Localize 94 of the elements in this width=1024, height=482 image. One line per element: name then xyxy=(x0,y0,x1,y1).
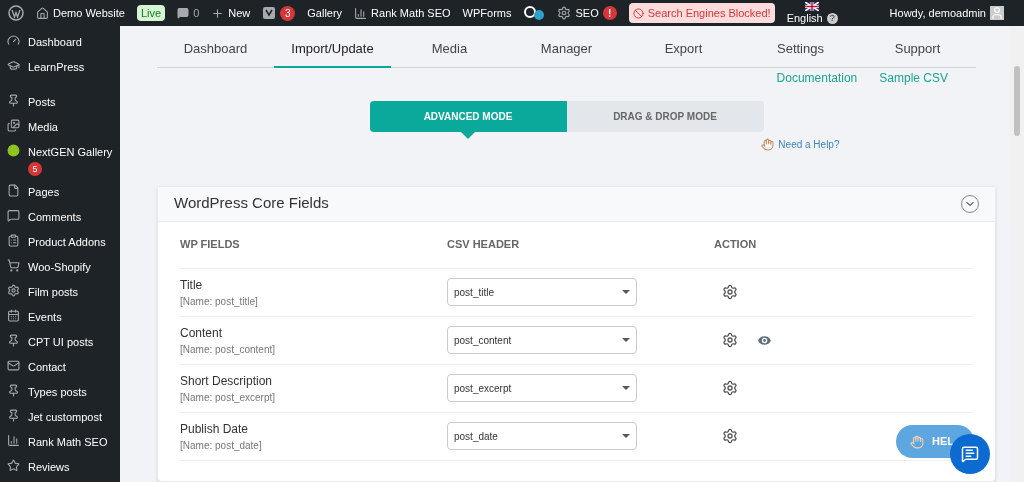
tab[interactable]: Support xyxy=(859,32,976,68)
dropdown-caret-icon[interactable] xyxy=(622,338,630,342)
clipboard-icon[interactable] xyxy=(7,234,20,247)
seo-link[interactable]: SEO xyxy=(575,4,599,22)
sidebar-item[interactable]: Types posts xyxy=(28,384,87,401)
column-header: CSV HEADER xyxy=(447,237,521,253)
settings-icon[interactable] xyxy=(722,284,738,300)
alert-badge: ! xyxy=(602,6,617,20)
field-label: Content xyxy=(180,324,224,342)
mail-icon[interactable] xyxy=(7,359,20,372)
flag-icon xyxy=(805,2,820,11)
dropdown-caret-icon[interactable] xyxy=(622,386,630,390)
pin-icon[interactable] xyxy=(7,409,20,422)
field-label: Title xyxy=(180,276,204,294)
sidebar-item[interactable]: Rank Math SEO xyxy=(28,434,108,451)
field-name: [Name: post_date] xyxy=(180,438,263,453)
tab[interactable]: Media xyxy=(391,32,508,68)
new-link[interactable]: New xyxy=(228,4,251,22)
bar-chart-icon[interactable] xyxy=(354,6,368,20)
field-label: Short Description xyxy=(180,372,274,390)
circle-icon[interactable] xyxy=(7,144,20,157)
plus-icon[interactable] xyxy=(211,6,225,20)
field-name: [Name: post_title] xyxy=(180,294,259,309)
sidebar-item[interactable]: Jet custompost xyxy=(28,409,102,426)
live-badge: Live xyxy=(136,4,166,22)
sidebar-item[interactable]: Posts xyxy=(28,94,56,111)
field-label: Publish Date xyxy=(180,420,250,438)
sidebar-item[interactable]: NextGEN Gallery xyxy=(28,144,113,161)
card-title: WordPress Core Fields xyxy=(174,193,329,214)
settings-icon[interactable] xyxy=(722,428,738,444)
calendar-icon[interactable] xyxy=(7,309,20,322)
comment-count: 0 xyxy=(193,5,200,21)
sidebar-item[interactable]: Contact xyxy=(28,359,66,376)
cart-icon[interactable] xyxy=(7,259,20,272)
site-link[interactable]: Demo Website xyxy=(53,4,125,22)
column-header: WP FIELDS xyxy=(180,237,241,253)
chat-icon xyxy=(961,445,979,463)
hand-icon xyxy=(910,434,924,449)
pin-icon[interactable] xyxy=(7,384,20,397)
wpforms-link[interactable]: WPForms xyxy=(462,4,512,22)
tab[interactable]: Manager xyxy=(508,32,625,68)
sidebar-item[interactable]: Dashboard xyxy=(28,34,82,51)
field-name: [Name: post_excerpt] xyxy=(180,390,277,405)
sidebar-item[interactable]: Events xyxy=(28,309,62,326)
csv-header-select[interactable]: post_excerpt xyxy=(447,374,637,402)
rank-math-link[interactable]: Rank Math SEO xyxy=(371,4,451,22)
sidebar-item[interactable]: Product Addons xyxy=(28,234,106,251)
gallery-link[interactable]: Gallery xyxy=(307,4,343,22)
wordpress-logo-icon[interactable] xyxy=(8,5,24,21)
sidebar-item[interactable]: CPT UI posts xyxy=(28,334,94,351)
pin-icon[interactable] xyxy=(7,334,20,347)
gear-icon[interactable] xyxy=(7,284,20,297)
bar-chart-icon[interactable] xyxy=(7,434,20,447)
column-header: ACTION xyxy=(714,237,758,253)
field-name: [Name: post_content] xyxy=(180,342,277,357)
count-badge: 5 xyxy=(28,162,42,176)
hand-icon xyxy=(761,137,775,151)
scrollbar[interactable] xyxy=(1010,26,1024,482)
greeting-text[interactable]: Howdy, demoadmin xyxy=(889,4,986,22)
help-link[interactable]: Need a Help? xyxy=(778,136,840,152)
settings-icon[interactable] xyxy=(722,380,738,396)
tab[interactable]: Export xyxy=(625,32,742,68)
gauge-icon[interactable] xyxy=(7,34,20,47)
language-label: English xyxy=(786,13,823,24)
home-icon[interactable] xyxy=(36,6,49,20)
sidebar-item[interactable]: Woo-Shopify xyxy=(28,259,91,276)
mode-toggle[interactable]: DRAG & DROP MODE xyxy=(566,100,764,132)
sidebar-item[interactable]: LearnPress xyxy=(28,59,85,76)
tab[interactable]: Dashboard xyxy=(157,32,274,68)
comment-icon[interactable] xyxy=(177,7,190,19)
dropdown-caret-icon[interactable] xyxy=(622,434,630,438)
pointer-icon xyxy=(461,131,475,139)
sidebar-item[interactable]: Pages xyxy=(28,184,60,201)
pin-icon[interactable] xyxy=(7,94,20,107)
dropdown-caret-icon[interactable] xyxy=(622,290,630,294)
tab[interactable]: Import/Update xyxy=(274,32,391,68)
images-icon[interactable] xyxy=(7,119,20,132)
csv-header-select[interactable]: post_content xyxy=(447,326,637,354)
speech-bubble-icon[interactable] xyxy=(7,209,20,222)
sidebar-item[interactable]: Reviews xyxy=(28,459,70,476)
settings-icon[interactable] xyxy=(722,332,738,348)
page-icon[interactable] xyxy=(7,184,20,197)
gear-icon[interactable] xyxy=(557,6,572,20)
tab[interactable]: Settings xyxy=(742,32,859,68)
search-engines-blocked-badge[interactable]: Search Engines Blocked! xyxy=(628,2,775,24)
help-badge: ? xyxy=(826,13,838,24)
csv-header-select[interactable]: post_date xyxy=(447,422,637,450)
star-icon[interactable] xyxy=(7,459,20,472)
notification-badge: 3 xyxy=(280,5,296,21)
sidebar-item[interactable]: Media xyxy=(28,119,58,136)
mortarboard-icon[interactable] xyxy=(7,59,20,72)
sidebar-item[interactable]: Film posts xyxy=(28,284,79,301)
sidebar-item[interactable]: Comments xyxy=(28,209,82,226)
csv-header-select[interactable]: post_title xyxy=(447,278,637,306)
